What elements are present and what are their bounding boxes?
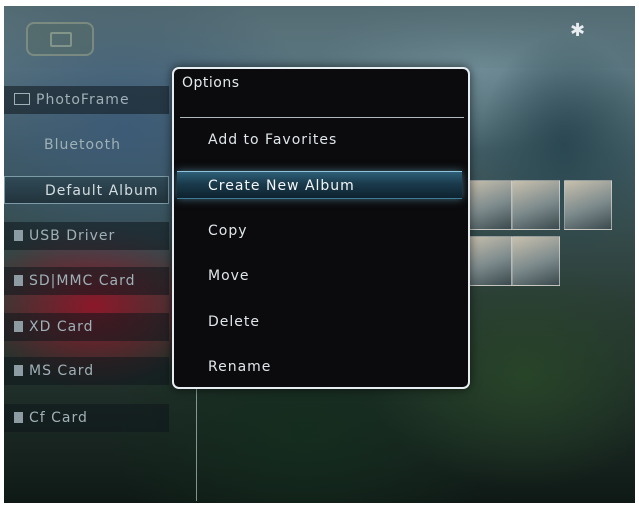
option-delete[interactable]: Delete (208, 308, 458, 336)
menu-item-photoframe[interactable]: PhotoFrame (4, 86, 169, 114)
menu-item-label: Default Album (45, 183, 159, 199)
photo-thumbnail[interactable] (464, 180, 512, 230)
photo-frame-icon (14, 93, 30, 105)
menu-item-cf-card[interactable]: Cf Card (4, 404, 169, 432)
card-icon (14, 365, 23, 376)
menu-item-label: XD Card (29, 319, 94, 335)
card-icon (14, 321, 23, 332)
menu-item-label: Cf Card (29, 410, 88, 426)
photo-thumbnail[interactable] (564, 180, 612, 230)
menu-item-bluetooth[interactable]: Bluetooth (4, 131, 169, 159)
options-dialog: Options Add to Favorites Create New Albu… (172, 67, 470, 389)
photo-thumbnail[interactable] (464, 236, 512, 286)
option-move[interactable]: Move (208, 262, 458, 290)
dialog-title: Options (182, 75, 240, 91)
bluetooth-icon: ✱ (570, 20, 586, 41)
photo-thumbnail[interactable] (512, 180, 560, 230)
menu-item-sd-mmc-card[interactable]: SD|MMC Card (4, 267, 169, 295)
card-icon (14, 275, 23, 286)
dialog-separator (180, 117, 464, 118)
option-copy[interactable]: Copy (208, 217, 458, 245)
option-rename[interactable]: Rename (208, 353, 458, 381)
menu-item-xd-card[interactable]: XD Card (4, 313, 169, 341)
menu-item-label: Bluetooth (44, 137, 121, 153)
thumbnail-grid (464, 176, 634, 291)
menu-item-label: PhotoFrame (36, 92, 130, 108)
card-icon (14, 412, 23, 423)
photo-frame-icon (26, 22, 94, 56)
photo-frame-screen: ✱ PhotoFrame Bluetooth Default Album USB… (4, 6, 635, 503)
menu-item-default-album[interactable]: Default Album (4, 176, 169, 204)
usb-icon (14, 230, 23, 241)
left-menu: PhotoFrame Bluetooth Default Album USB D… (4, 86, 196, 446)
menu-item-usb-driver[interactable]: USB Driver (4, 222, 169, 250)
menu-item-label: USB Driver (29, 228, 116, 244)
option-create-new-album[interactable]: Create New Album (177, 171, 462, 199)
menu-item-label: MS Card (29, 363, 95, 379)
option-add-to-favorites[interactable]: Add to Favorites (208, 126, 458, 154)
top-bar: ✱ (4, 6, 635, 68)
menu-item-label: SD|MMC Card (29, 273, 136, 289)
menu-item-ms-card[interactable]: MS Card (4, 357, 169, 385)
photo-thumbnail[interactable] (512, 236, 560, 286)
